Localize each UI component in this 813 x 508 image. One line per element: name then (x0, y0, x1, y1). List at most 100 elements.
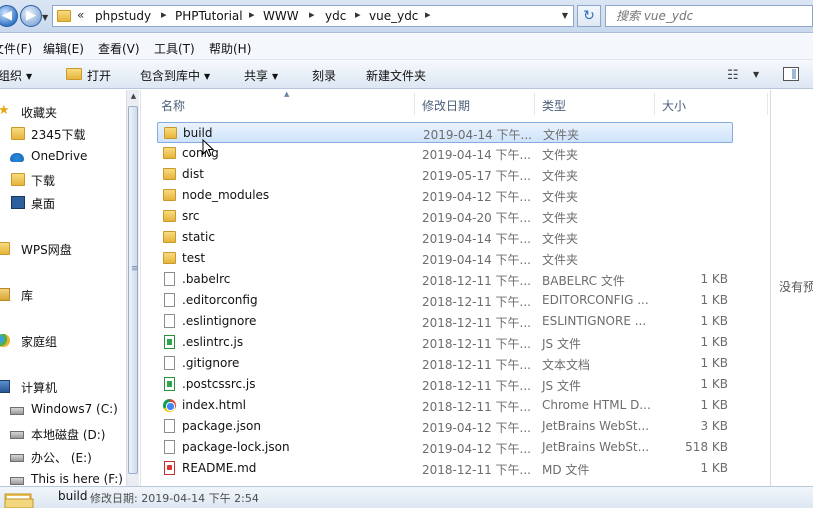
file-name: .eslintrc.js (182, 335, 244, 349)
file-row[interactable]: src 2019-04-20 下午... 文件夹 (157, 206, 733, 227)
homegroup-icon (0, 334, 10, 347)
file-row[interactable]: config 2019-04-14 下午... 文件夹 (157, 143, 733, 164)
column-header-name[interactable]: 名称 (161, 97, 185, 114)
nav-label: 桌面 (31, 197, 56, 211)
nav-label: 下载 (31, 174, 56, 188)
column-divider[interactable] (767, 93, 768, 115)
breadcrumb-www[interactable]: WWW (263, 9, 299, 23)
js-file-icon (164, 377, 175, 391)
menu-file[interactable]: 文件(F) (0, 40, 32, 57)
file-type: 文件夹 (542, 232, 579, 246)
breadcrumb-vue-ydc[interactable]: vue_ydc (369, 9, 418, 23)
details-modified-date: 修改日期: 2019-04-14 下午 2:54 (90, 492, 259, 505)
column-header-date[interactable]: 修改日期 (422, 97, 470, 114)
nav-label: 本地磁盘 (D:) (31, 428, 106, 442)
file-modified-date: 2019-04-12 下午... (422, 442, 531, 456)
preview-pane-toggle-icon[interactable] (783, 67, 799, 81)
folder-icon (11, 127, 25, 140)
new-folder-button[interactable]: 新建文件夹 (366, 67, 426, 84)
file-row[interactable]: node_modules 2019-04-12 下午... 文件夹 (157, 185, 733, 206)
refresh-button[interactable]: ↻ (577, 5, 601, 27)
file-type: 文本文档 (542, 358, 591, 372)
file-size: 1 KB (700, 314, 728, 328)
file-row[interactable]: .postcssrc.js 2018-12-11 下午... JS 文件 1 KB (157, 374, 733, 395)
grip-icon: ≡ (131, 264, 139, 274)
address-bar[interactable]: « phpstudy ▸ PHPTutorial ▸ WWW ▸ ydc ▸ v… (52, 5, 574, 27)
open-label: 打开 (87, 69, 112, 83)
organize-button[interactable]: 组织 ▼ (0, 67, 32, 84)
include-in-library-button[interactable]: 包含到库中 ▼ (140, 67, 210, 84)
file-row[interactable]: package.json 2019-04-12 下午... JetBrains We… (157, 416, 733, 437)
nav-label: 库 (21, 289, 34, 303)
library-icon (0, 288, 10, 301)
file-row[interactable]: test 2019-04-14 下午... 文件夹 (157, 248, 733, 269)
file-row[interactable]: .babelrc 2018-12-11 下午... BABELRC 文件 1 KB (157, 269, 733, 290)
forward-button[interactable]: ▶ (20, 5, 42, 27)
menu-tools[interactable]: 工具(T) (154, 40, 195, 57)
breadcrumb-phptutorial[interactable]: PHPTutorial (175, 9, 243, 23)
burn-button[interactable]: 刻录 (312, 67, 336, 84)
back-button[interactable]: ◀ (0, 5, 18, 27)
include-library-label: 包含到库中 (140, 69, 201, 83)
view-options-icon[interactable]: ☷ (727, 68, 743, 83)
file-name: .editorconfig (182, 293, 258, 307)
share-button[interactable]: 共享 ▼ (244, 67, 278, 84)
file-name: package.json (182, 419, 262, 433)
file-type: Chrome HTML D... (542, 398, 651, 412)
breadcrumb-separator-icon[interactable]: ▸ (425, 8, 431, 21)
chevron-down-icon: ▼ (204, 72, 211, 81)
column-divider[interactable] (534, 93, 535, 115)
chevron-down-icon[interactable]: ▼ (753, 70, 759, 79)
drive-icon (10, 431, 24, 439)
file-row[interactable]: build 2019-04-14 下午... 文件夹 (157, 122, 733, 143)
breadcrumb-ydc[interactable]: ydc (325, 9, 346, 23)
navigation-scrollbar[interactable]: ▲ ≡ (126, 90, 139, 486)
search-input[interactable] (616, 9, 806, 23)
file-modified-date: 2018-12-11 下午... (422, 274, 531, 288)
breadcrumb-separator-icon[interactable]: ▸ (355, 8, 361, 21)
file-row[interactable]: package-lock.json 2019-04-12 下午... JetBrai… (157, 437, 733, 458)
file-size: 1 KB (700, 377, 728, 391)
downloads-folder-icon (11, 173, 25, 186)
file-type: JS 文件 (542, 379, 581, 393)
file-name: dist (182, 167, 204, 181)
breadcrumb-phpstudy[interactable]: phpstudy (95, 9, 151, 23)
chevron-down-icon: ▼ (26, 72, 33, 81)
menu-edit[interactable]: 编辑(E) (43, 40, 84, 57)
column-header-size[interactable]: 大小 (662, 97, 686, 114)
file-icon (164, 314, 175, 328)
recent-pages-dropdown[interactable]: ▼ (42, 13, 48, 22)
file-row[interactable]: .gitignore 2018-12-11 下午... 文本文档 1 KB (157, 353, 733, 374)
file-row[interactable]: .editorconfig 2018-12-11 下午... EDITORCONFI… (157, 290, 733, 311)
breadcrumb-separator-icon[interactable]: ▸ (309, 8, 315, 21)
file-type: MD 文件 (542, 463, 590, 477)
file-type: EDITORCONFIG ... (542, 293, 649, 307)
scrollbar-thumb[interactable]: ≡ (128, 106, 139, 474)
breadcrumb-separator-icon[interactable]: ▸ (161, 8, 167, 21)
file-list: ▲ 名称 修改日期 类型 大小 build 2019-04-14 下午... 文件夹… (140, 90, 770, 486)
column-divider[interactable] (414, 93, 415, 115)
menu-bar: 文件(F) 编辑(E) 查看(V) 工具(T) 帮助(H) (0, 34, 813, 60)
desktop-icon (11, 196, 25, 209)
organize-label: 组织 (0, 69, 23, 83)
cloud-icon (10, 153, 24, 162)
file-row[interactable]: .eslintignore 2018-12-11 下午... ESLINTIGNOR… (157, 311, 733, 332)
file-row[interactable]: README.md 2018-12-11 下午... MD 文件 1 KB (157, 458, 733, 479)
file-row[interactable]: dist 2019-05-17 下午... 文件夹 (157, 164, 733, 185)
column-header-type[interactable]: 类型 (542, 97, 566, 114)
file-modified-date: 2019-04-14 下午... (423, 128, 532, 142)
breadcrumb-separator-icon[interactable]: ▸ (249, 8, 255, 21)
file-row[interactable]: index.html 2018-12-11 下午... Chrome HTML D.… (157, 395, 733, 416)
scroll-up-icon[interactable]: ▲ (127, 90, 140, 103)
search-box[interactable] (605, 5, 813, 27)
column-divider[interactable] (654, 93, 655, 115)
file-size: 1 KB (700, 461, 728, 475)
file-size: 1 KB (700, 335, 728, 349)
menu-view[interactable]: 查看(V) (98, 40, 140, 57)
file-row[interactable]: static 2019-04-14 下午... 文件夹 (157, 227, 733, 248)
address-dropdown-icon[interactable]: ▼ (562, 11, 568, 20)
menu-help[interactable]: 帮助(H) (209, 40, 251, 57)
breadcrumb-overflow-icon[interactable]: « (77, 8, 84, 22)
open-button[interactable]: 打开 (87, 67, 111, 84)
file-row[interactable]: .eslintrc.js 2018-12-11 下午... JS 文件 1 KB (157, 332, 733, 353)
